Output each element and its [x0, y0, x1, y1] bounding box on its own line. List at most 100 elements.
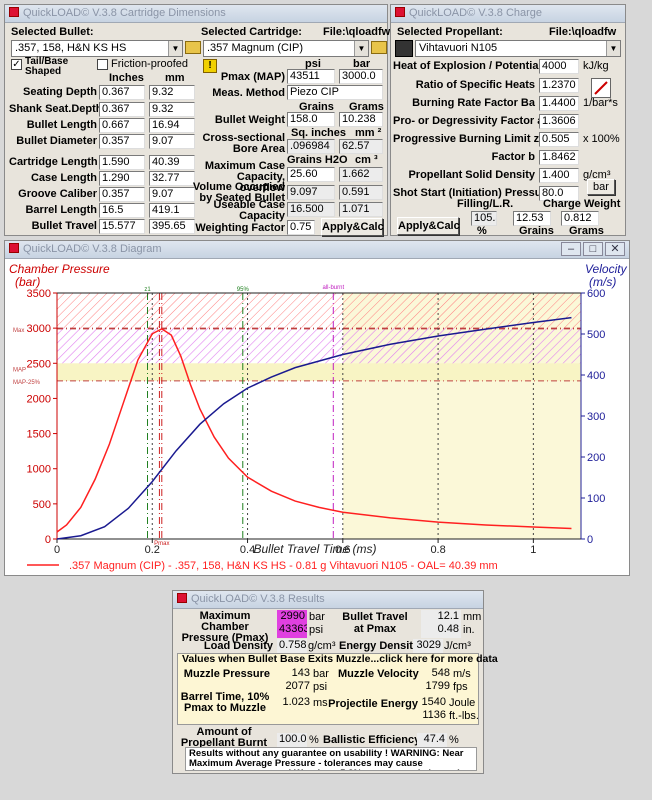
cartridge-select[interactable]: .357 Magnum (CIP) ▼ — [203, 40, 369, 57]
load-density-label: Load Density — [203, 640, 273, 652]
muzzle-pressure-label: Muzzle Pressure — [183, 668, 270, 680]
ballistic-efficiency-value: 47.4 — [417, 733, 447, 748]
muzzle-exit-header[interactable]: Values when Bullet Base Exits Muzzle...c… — [182, 653, 498, 665]
prop-row-unit: x 100% — [583, 133, 620, 145]
dim-row-inches-field[interactable]: 0.367 — [99, 85, 145, 100]
dim-row-mm-field[interactable]: 32.77 — [149, 171, 195, 186]
prop-row-label: Factor b — [491, 151, 535, 163]
inches-column-header: Inches — [109, 72, 144, 84]
x-axis-label: Bullet Travel Time (ms) — [253, 542, 376, 556]
prop-row-value-field[interactable]: 4000 — [539, 59, 579, 74]
app-icon — [9, 243, 19, 253]
weighting-factor-field[interactable]: 0.75 — [287, 220, 315, 235]
case-capacity-cm3-field: 1.662 — [339, 167, 383, 182]
shot-start-unit-button[interactable]: bar — [587, 179, 615, 195]
charge-window-title: QuickLOAD© V.3.8 Charge — [409, 7, 543, 19]
prop-row-value-field[interactable]: 1.4400 — [539, 96, 579, 111]
case-capacity-grains-field[interactable]: 25.60 — [287, 167, 335, 182]
dim-row-inches-field[interactable]: 0.367 — [99, 102, 145, 117]
dim-row-mm-field[interactable]: 16.94 — [149, 118, 195, 133]
projectile-energy-label: Projectile Energy — [328, 698, 418, 710]
propellant-file-label: File:\qloadfw — [549, 26, 617, 38]
right-axis-unit: (m/s) — [589, 275, 616, 289]
propellant-burnt-label: Amount of Propellant Burnt — [180, 726, 268, 749]
charge-weight-grams-field[interactable]: 0.812 — [561, 211, 599, 226]
prop-row-value-field[interactable]: 1.400 — [539, 168, 579, 183]
x-tick-label: 0 — [54, 544, 60, 556]
prop-row-label: Progressive Burning Limit z1 — [393, 133, 546, 145]
dim-row-mm-field[interactable]: 395.65 — [149, 219, 195, 234]
minimize-button[interactable]: – — [561, 242, 581, 256]
chevron-down-icon[interactable]: ▼ — [354, 41, 368, 56]
prop-row-value-field[interactable]: 1.2370 — [539, 78, 579, 93]
warning-text: Results without any guarantee on usabili… — [189, 748, 464, 771]
dim-row-inches-field[interactable]: 16.5 — [99, 203, 145, 218]
dim-row-mm-field[interactable]: 9.32 — [149, 102, 195, 117]
cartridge-file-label: File:\qloadfw — [323, 26, 391, 38]
map-label: MAP — [13, 367, 26, 373]
dim-row-inches-field[interactable]: 0.357 — [99, 134, 145, 149]
prop-row-value-field[interactable]: 1.8462 — [539, 150, 579, 165]
propellant-icon[interactable] — [395, 40, 413, 57]
app-icon — [9, 7, 19, 17]
open-folder-icon[interactable] — [371, 41, 387, 54]
prop-row-value-field[interactable]: 0.505 — [539, 132, 579, 147]
bullet-weight-grains-field[interactable]: 158.0 — [287, 112, 335, 127]
open-folder-icon[interactable] — [185, 41, 201, 54]
pmax-bar-field[interactable]: 3000.0 — [339, 69, 383, 84]
meas-method-field[interactable]: Piezo CIP — [287, 85, 383, 100]
pmax-psi-field[interactable]: 43511 — [287, 69, 335, 84]
dim-row-inches-field[interactable]: 15.577 — [99, 219, 145, 234]
dim-row-inches-field[interactable]: 0.667 — [99, 118, 145, 133]
edit-propellant-icon[interactable] — [591, 78, 611, 98]
diagram-window-titlebar[interactable]: QuickLOAD© V.3.8 Diagram – □ ✕ — [5, 241, 629, 259]
cartridge-window-titlebar[interactable]: QuickLOAD© V.3.8 Cartridge Dimensions — [5, 5, 387, 23]
charge-window-titlebar[interactable]: QuickLOAD© V.3.8 Charge — [391, 5, 625, 23]
results-window-titlebar[interactable]: QuickLOAD© V.3.8 Results — [173, 591, 483, 609]
charge-weight-grains-field[interactable]: 12.53 — [513, 211, 551, 226]
prop-row-value-field[interactable]: 1.3606 — [539, 114, 579, 129]
cartridge-apply-calc-button[interactable]: Apply&Calc — [321, 218, 384, 236]
tailbase-checkbox[interactable]: ✓ — [11, 59, 22, 70]
propellant-select[interactable]: Vihtavuori N105 ▼ — [415, 40, 621, 57]
dim-row-mm-field[interactable]: 40.39 — [149, 155, 195, 170]
volume-occupied-cm3-field: 0.591 — [339, 185, 383, 200]
charge-apply-calc-button[interactable]: Apply&Calc — [397, 217, 460, 235]
grains-unit-label: Grains — [519, 225, 554, 237]
useable-capacity-cm3-field: 1.071 — [339, 202, 383, 217]
friction-checkbox[interactable] — [97, 59, 108, 70]
dim-row-label: Bullet Travel — [31, 220, 97, 232]
bullet-weight-label: Bullet Weight — [214, 114, 285, 126]
psi-unit: psi — [313, 681, 328, 693]
bullet-travel-in-value: 0.48 — [421, 623, 461, 638]
pct-unit: % — [309, 734, 319, 746]
prop-row-label: Ratio of Specific Heats — [415, 79, 535, 91]
selected-cartridge-label: Selected Cartridge: — [201, 26, 302, 38]
pressure-velocity-chart: Chamber Pressure (bar) Velocity (m/s) Ma… — [9, 262, 628, 572]
marker-label-z1: z1 — [144, 287, 151, 293]
dim-row-label: Barrel Length — [25, 204, 97, 216]
dim-row-mm-field[interactable]: 9.07 — [149, 187, 195, 202]
bullet-select[interactable]: .357, 158, H&N KS HS ▼ — [11, 40, 183, 57]
energy-density-value: 3029 — [413, 639, 443, 654]
cartridge-dimensions-window: QuickLOAD© V.3.8 Cartridge Dimensions Se… — [4, 4, 391, 236]
dim-row-inches-field[interactable]: 0.357 — [99, 187, 145, 202]
dim-row-mm-field[interactable]: 9.07 — [149, 134, 195, 149]
dim-row-inches-field[interactable]: 1.290 — [99, 171, 145, 186]
muzzle-exit-panel[interactable]: Values when Bullet Base Exits Muzzle...c… — [177, 653, 498, 725]
x-tick-label: 0.2 — [145, 544, 160, 556]
barrel-time-label: Barrel Time, 10% Pmax to Muzzle — [180, 691, 270, 714]
filling-label: Filling/L.R. — [457, 198, 514, 210]
close-button[interactable]: ✕ — [605, 242, 625, 256]
chevron-down-icon[interactable]: ▼ — [606, 41, 620, 56]
useable-capacity-grains-field: 16.500 — [287, 202, 335, 217]
dim-row-mm-field[interactable]: 9.32 — [149, 85, 195, 100]
dim-row-inches-field[interactable]: 1.590 — [99, 155, 145, 170]
useable-capacity-label: Useable Case Capacity — [213, 199, 285, 222]
warning-text-box[interactable]: Results without any guarantee on usabili… — [185, 747, 477, 771]
dim-row-mm-field[interactable]: 419.1 — [149, 203, 195, 218]
bullet-weight-grams-field[interactable]: 10.238 — [339, 112, 383, 127]
chevron-down-icon[interactable]: ▼ — [168, 41, 182, 56]
y-tick-label: 1000 — [27, 464, 51, 476]
maximize-button[interactable]: □ — [583, 242, 603, 256]
